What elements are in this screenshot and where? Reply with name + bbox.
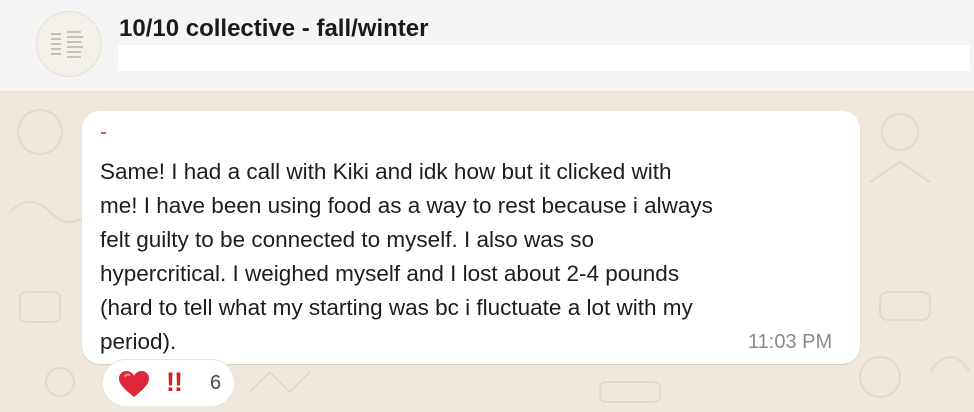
reactions-bar[interactable]: !! 6	[102, 359, 235, 407]
sender-name-mark	[101, 132, 106, 134]
chat-header[interactable]: 10/10 collective - fall/winter	[0, 0, 974, 92]
chat-title[interactable]: 10/10 collective - fall/winter	[119, 15, 428, 43]
chat-subtitle	[118, 45, 970, 71]
group-collective-icon	[51, 31, 83, 58]
message-line: felt guilty to be connected to myself. I…	[100, 227, 595, 252]
heart-icon[interactable]	[118, 370, 150, 398]
message-line: Same! I had a call with Kiki and idk how…	[100, 159, 672, 184]
message-timestamp: 11:03 PM	[748, 331, 833, 353]
double-exclamation-icon[interactable]: !!	[166, 367, 183, 398]
message-line: hypercritical. I weighed myself and I lo…	[100, 261, 680, 286]
group-avatar[interactable]	[36, 11, 102, 77]
message-text: Same! I had a call with Kiki and idk how…	[100, 155, 845, 359]
message-line: me! I have been using food as a way to r…	[100, 193, 713, 218]
message-line: (hard to tell what my starting was bc i …	[100, 295, 693, 320]
message-line: period).	[100, 329, 177, 354]
reaction-count: 6	[210, 372, 222, 394]
